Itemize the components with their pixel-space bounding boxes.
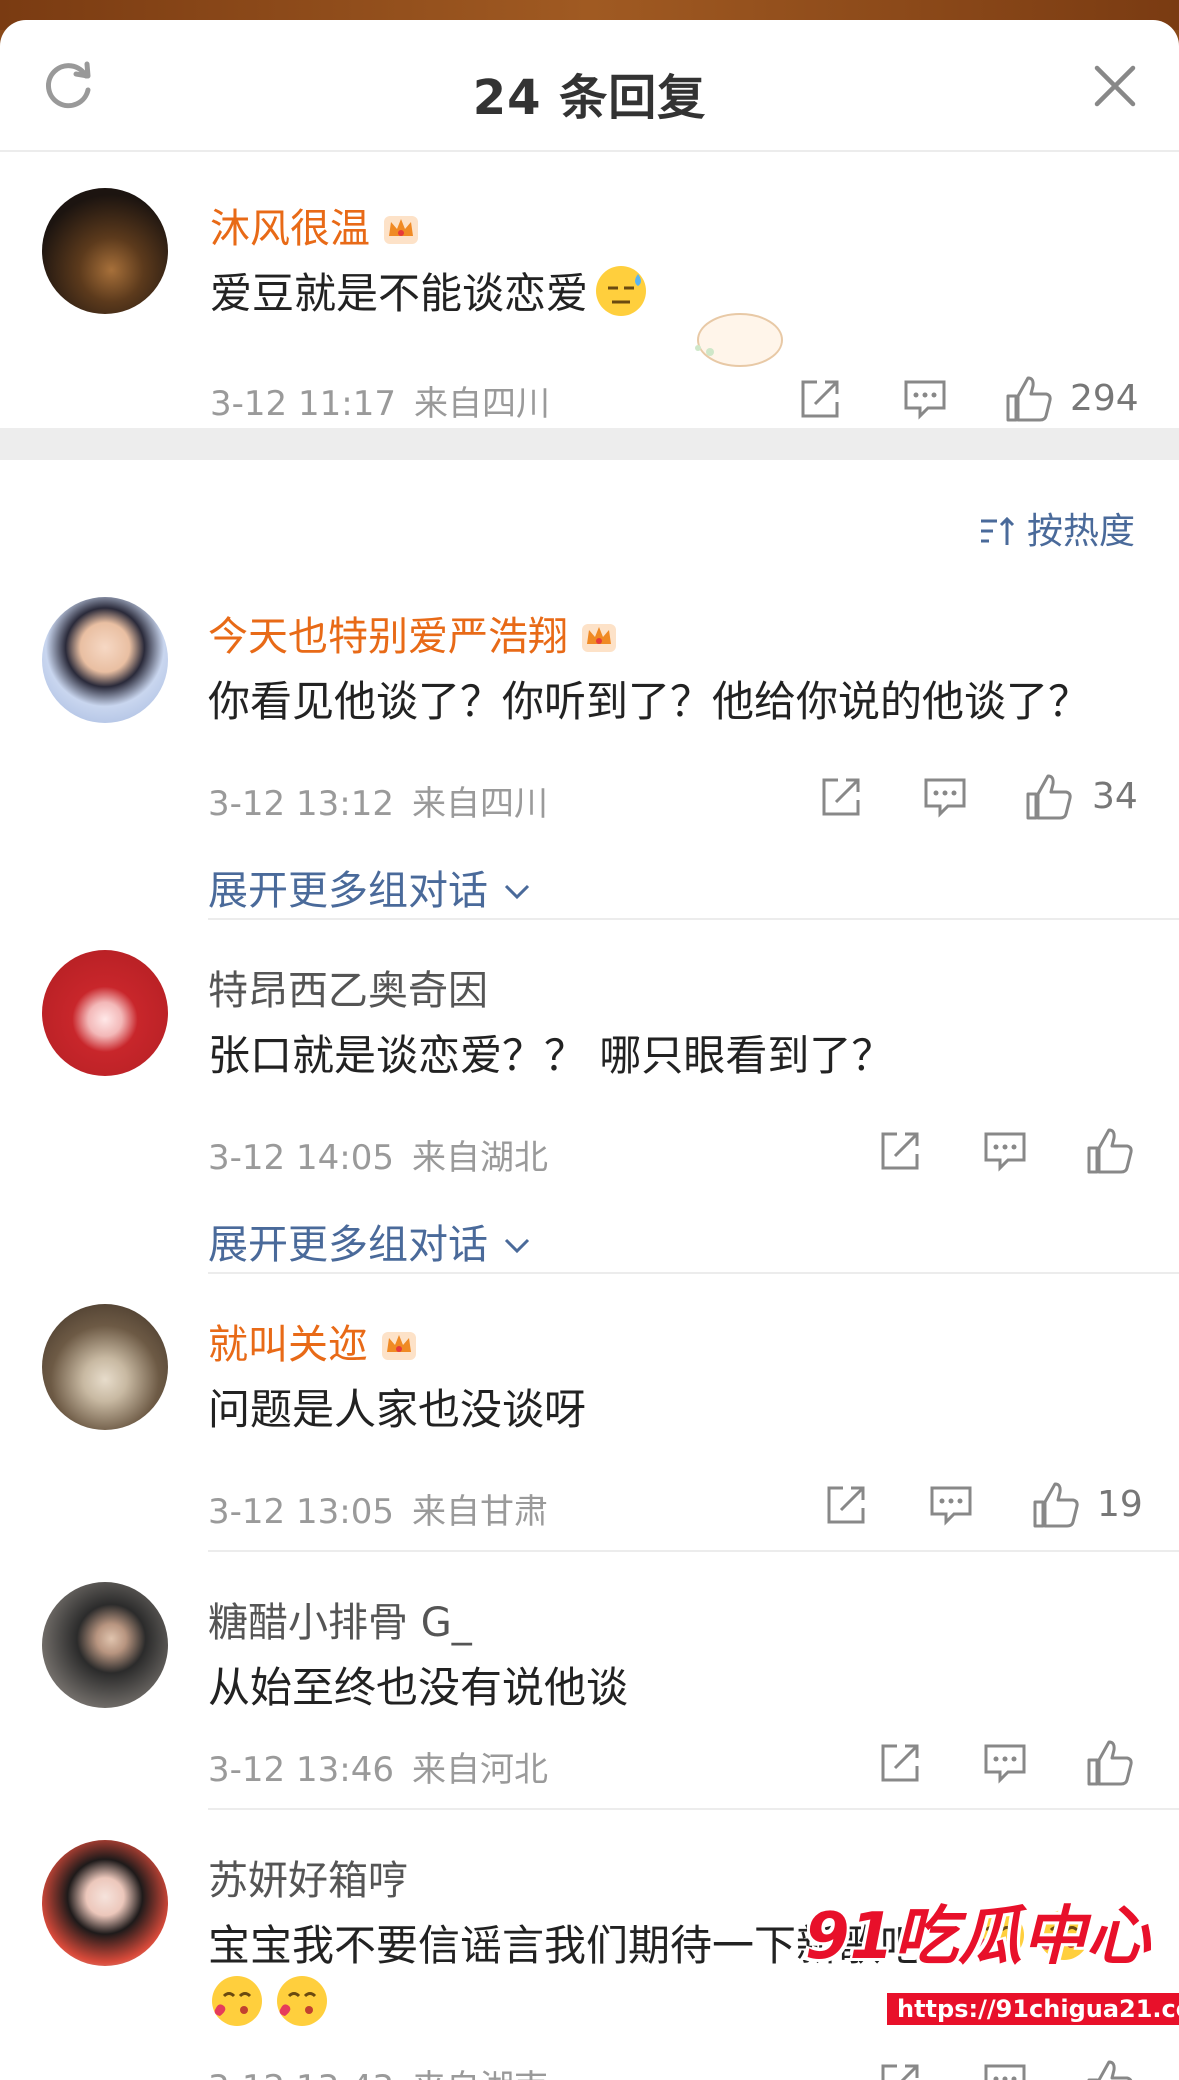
comment-icon[interactable] xyxy=(902,376,948,422)
comment-meta: 3-12 11:17 来自四川 xyxy=(210,384,550,424)
comment-icon[interactable] xyxy=(928,1482,974,1528)
vip-crown-icon xyxy=(384,216,418,244)
sticker-icon xyxy=(695,313,783,367)
comment-text: 爱豆就是不能谈恋爱 xyxy=(210,260,648,321)
share-icon[interactable] xyxy=(877,2060,923,2080)
avatar[interactable] xyxy=(42,1840,168,1966)
divider xyxy=(208,1550,1179,1552)
watermark-brand: 91吃瓜中心 xyxy=(805,1900,1151,1974)
avatar[interactable] xyxy=(42,1582,168,1708)
comment-text: 从始至终也没有说他谈 xyxy=(208,1663,629,1712)
avatar[interactable] xyxy=(42,188,168,314)
comment-meta: 3-12 13:12 来自四川 xyxy=(208,784,548,824)
sort-button[interactable]: 按热度 xyxy=(977,502,1135,554)
share-icon[interactable] xyxy=(823,1482,869,1528)
watermark-url: https://91chigua21.com xyxy=(885,1991,1179,2027)
like-count: 294 xyxy=(1070,378,1139,419)
comment-text: 张口就是谈恋爱？？ 哪只眼看到了？ xyxy=(208,1031,894,1080)
like-icon[interactable] xyxy=(1004,374,1054,424)
comment-meta: 3-12 13:46 来自河北 xyxy=(208,1750,548,1790)
divider xyxy=(208,918,1179,920)
share-icon[interactable] xyxy=(877,1740,923,1786)
kiss-emoji-icon xyxy=(212,1976,262,2026)
chevron-down-icon xyxy=(504,1238,530,1254)
close-icon[interactable] xyxy=(1091,62,1139,110)
like-count: 34 xyxy=(1092,776,1138,817)
kiss-emoji-icon xyxy=(277,1976,328,2026)
share-icon[interactable] xyxy=(877,1128,923,1174)
sort-icon xyxy=(980,516,1015,545)
comment-icon[interactable] xyxy=(982,1740,1028,1786)
vip-crown-icon xyxy=(382,1332,416,1360)
username[interactable]: 就叫关迩 xyxy=(208,1312,420,1370)
share-icon[interactable] xyxy=(797,376,843,422)
username[interactable]: 沐风很温 xyxy=(210,196,422,254)
divider xyxy=(208,1808,1179,1810)
comment-text: 你看见他谈了？你听到了？他给你说的他谈了？ xyxy=(208,677,1091,726)
comment-text: 问题是人家也没谈呀 xyxy=(208,1385,587,1434)
username[interactable]: 苏妍好箱哼 xyxy=(208,1848,408,1906)
expand-conversation-link[interactable]: 展开更多组对话 xyxy=(208,1212,534,1270)
like-icon[interactable] xyxy=(1085,2058,1135,2080)
like-count: 19 xyxy=(1097,1484,1143,1525)
like-icon[interactable] xyxy=(1085,1738,1135,1788)
comment-meta: 3-12 13:05 来自甘肃 xyxy=(208,1492,548,1532)
avatar[interactable] xyxy=(42,597,168,723)
comment-icon[interactable] xyxy=(982,1128,1028,1174)
sweat-emoji-icon xyxy=(596,266,647,316)
username[interactable]: 今天也特别爱严浩翔 xyxy=(208,604,620,662)
like-icon[interactable] xyxy=(1085,1126,1135,1176)
comment-icon[interactable] xyxy=(982,2060,1028,2080)
chevron-down-icon xyxy=(504,884,530,900)
username[interactable]: 糖醋小排骨 G_ xyxy=(208,1590,472,1648)
username[interactable]: 特昂西乙奥奇因 xyxy=(208,958,488,1016)
vip-crown-icon xyxy=(582,624,616,652)
comment-icon[interactable] xyxy=(922,774,968,820)
reply-sheet: 24 条回复 沐风很温 爱豆就是不能谈恋爱 3-12 11:17 来自四川 294… xyxy=(0,20,1179,2080)
avatar[interactable] xyxy=(42,950,168,1076)
divider xyxy=(208,1272,1179,1274)
section-gap xyxy=(0,428,1179,460)
like-icon[interactable] xyxy=(1024,772,1074,822)
comment-meta: 3-12 13:43来自湖南 xyxy=(208,2060,548,2080)
avatar[interactable] xyxy=(42,1304,168,1430)
sheet-header: 24 条回复 xyxy=(0,20,1179,152)
page-title: 24 条回复 xyxy=(472,70,707,126)
emoji-row xyxy=(204,1974,329,2028)
comment-meta: 3-12 14:05 来自湖北 xyxy=(208,1138,548,1178)
share-icon[interactable] xyxy=(818,774,864,820)
expand-conversation-link[interactable]: 展开更多组对话 xyxy=(208,858,534,916)
like-icon[interactable] xyxy=(1031,1480,1081,1530)
watermark-logo: 91吃瓜中心 https://91chigua21.com xyxy=(805,1885,1179,2035)
